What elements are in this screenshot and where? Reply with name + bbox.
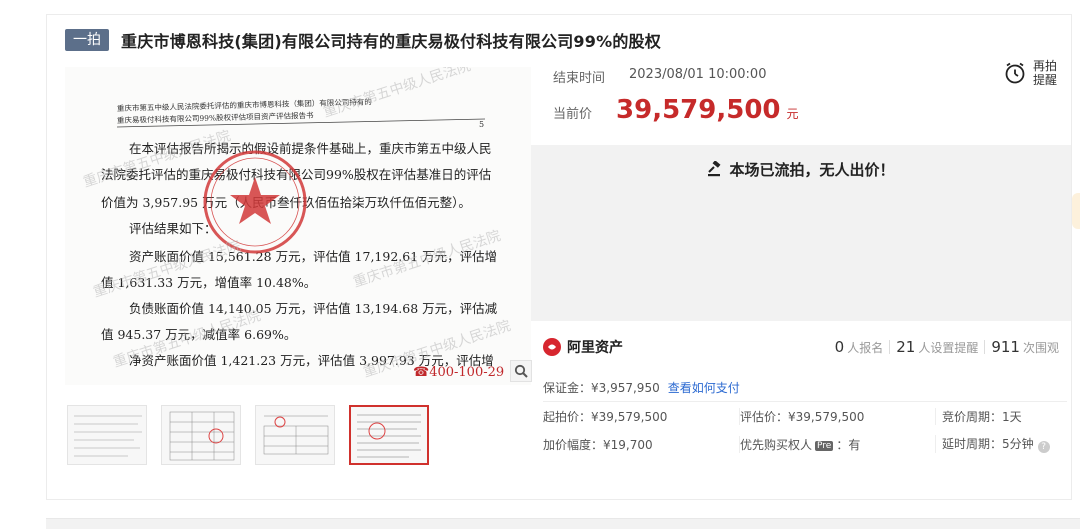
auction-stats: 0 人报名 21 人设置提醒 911 次围观 [829, 338, 1065, 356]
auction-status-box: 本场已流拍，无人出价！ [531, 145, 1071, 321]
ali-asset-logo-icon [543, 338, 561, 356]
remind-label: 再拍提醒 [1033, 59, 1058, 87]
thumbnail-3[interactable] [255, 405, 335, 465]
thumbnail-strip [67, 405, 429, 465]
flow-status-text: 本场已流拍，无人出价！ [729, 161, 895, 179]
stat-registered: 0 人报名 [829, 338, 890, 356]
stat-views-count: 911 [991, 338, 1020, 356]
stat-reminders-count: 21 [896, 338, 916, 356]
side-float-tab[interactable] [1072, 193, 1080, 229]
platform-name: 阿里资产 [567, 340, 623, 356]
auction-card: 一拍 重庆市博恩科技(集团)有限公司持有的重庆易极付科技有限公司99%的股权 重… [46, 14, 1072, 500]
thumbnail-2[interactable] [161, 405, 241, 465]
doc-page-number: 5 [479, 120, 484, 129]
platform-logo[interactable]: 阿里资产 [543, 337, 623, 357]
stats-row: 阿里资产 0 人报名 21 人设置提醒 911 次围观 [543, 335, 1065, 359]
details-row-1: 起拍价：¥39,579,500 评估价：¥39,579,500 竞价周期：1天 [543, 402, 1067, 430]
current-price-label: 当前价 [553, 107, 593, 122]
doc-line-7: 负债账面价值 14,140.05 万元，评估值 13,194.68 万元，评估减 [129, 301, 498, 316]
bid-increment: 加价幅度：¥19,700 [543, 437, 653, 452]
current-price-row: 当前价 39,579,500 元 [553, 95, 799, 125]
delay-cycle: 延时周期：5分钟? [935, 435, 1067, 453]
zoom-search-icon[interactable] [510, 360, 532, 382]
watermark-3: 重庆市第五中级人民法院 [91, 237, 243, 301]
auction-details-grid: 起拍价：¥39,579,500 评估价：¥39,579,500 竞价周期：1天 … [543, 401, 1067, 458]
help-question-icon[interactable]: ? [1037, 441, 1050, 453]
stat-reminders: 21 人设置提醒 [890, 338, 984, 356]
thumbnail-1[interactable] [67, 405, 147, 465]
deposit-amount: 保证金：¥3,957,950 [543, 381, 660, 395]
priority-buyer-value: ：有 [836, 437, 861, 452]
remind-button[interactable]: 再拍提醒 [1003, 59, 1063, 87]
end-time-label: 结束时间 [553, 71, 606, 86]
priority-buyer-label: 优先购买权人 [740, 437, 813, 452]
stat-registered-label: 人报名 [847, 341, 884, 355]
priority-info-badge[interactable]: Pre [815, 440, 834, 451]
auction-round-tag: 一拍 [65, 29, 109, 51]
page: 一拍 重庆市博恩科技(集团)有限公司持有的重庆易极付科技有限公司99%的股权 重… [0, 0, 1080, 529]
bid-cycle: 竞价周期：1天 [935, 407, 1067, 425]
details-row-2: 加价幅度：¥19,700 优先购买权人 Pre ：有 延时周期：5分钟? [543, 430, 1067, 458]
priority-buyer: 优先购买权人 Pre ：有 [739, 435, 935, 453]
alarm-clock-icon [1005, 62, 1025, 84]
end-time-value: 2023/08/01 10:00:00 [629, 67, 767, 82]
deposit-row: 保证金：¥3,957,950 查看如何支付 [543, 379, 740, 396]
delay-cycle-text: 延时周期：5分钟 [942, 437, 1034, 451]
bottom-section-edge [46, 518, 1080, 529]
stat-reminders-label: 人设置提醒 [918, 341, 979, 355]
document-scan-graphic: 重庆市第五中级人民法院委托评估的重庆市博恩科技（集团）有限公司持有的 重庆易极付… [81, 67, 513, 381]
thumbnail-4-selected[interactable] [349, 405, 429, 465]
stat-views-label: 次围观 [1022, 341, 1059, 355]
current-price-unit: 元 [786, 107, 799, 121]
doc-phone: ☎400-100-29 [413, 365, 505, 380]
end-time-row: 结束时间 2023/08/01 10:00:00 [553, 67, 766, 86]
stat-registered-count: 0 [834, 338, 845, 356]
page-title[interactable]: 重庆市博恩科技(集团)有限公司持有的重庆易极付科技有限公司99%的股权 [121, 28, 661, 52]
stat-views: 911 次围观 [985, 338, 1065, 356]
current-price-value: 39,579,500 [616, 95, 781, 125]
start-price: 起拍价：¥39,579,500 [543, 409, 668, 424]
title-row: 一拍 重庆市博恩科技(集团)有限公司持有的重庆易极付科技有限公司99%的股权 [65, 27, 661, 53]
how-to-pay-link[interactable]: 查看如何支付 [668, 381, 740, 395]
assess-price: 评估价：¥39,579,500 [739, 407, 935, 425]
gavel-icon [708, 161, 721, 177]
watermark-2: 重庆市第五中级人民法院 [321, 67, 473, 121]
doc-line-3: 价值为 3,957.95 万元（人民币叁仟玖佰伍拾柒万玖仟伍佰元整）。 [101, 195, 471, 210]
document-image[interactable]: 重庆市第五中级人民法院委托评估的重庆市博恩科技（集团）有限公司持有的 重庆易极付… [65, 67, 531, 385]
doc-line-4: 评估结果如下： [129, 221, 217, 236]
flow-status-message: 本场已流拍，无人出价！ [531, 159, 1071, 180]
